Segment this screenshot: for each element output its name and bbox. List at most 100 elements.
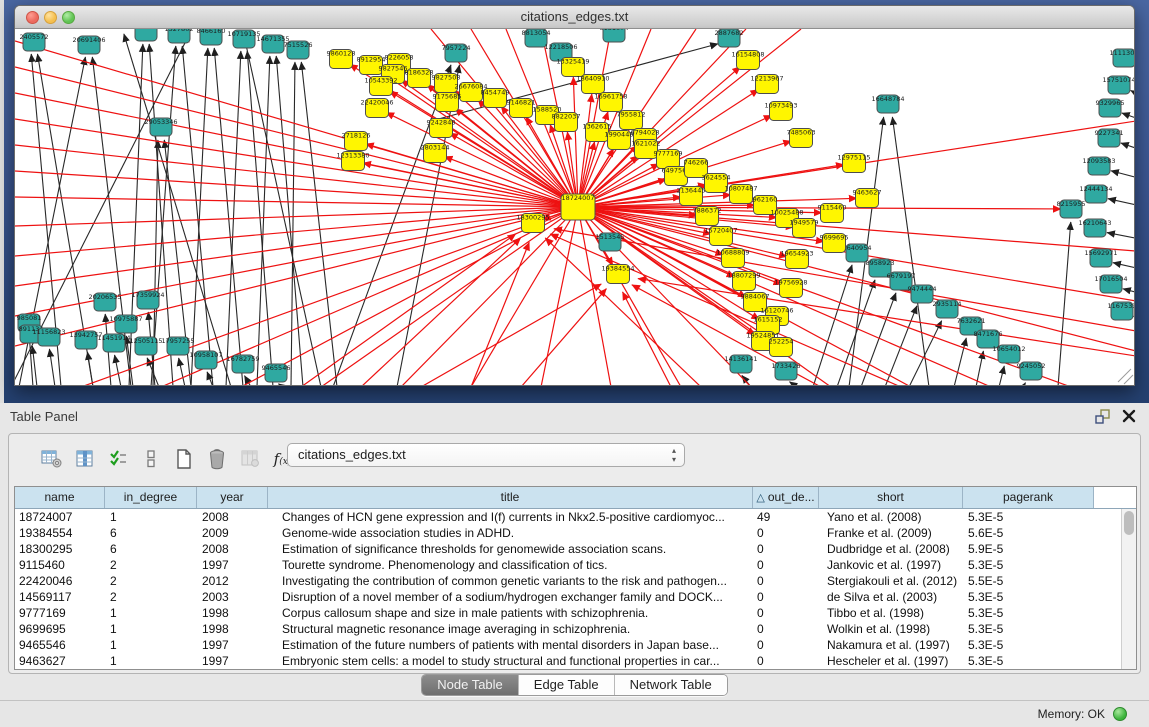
graph-node[interactable]: 1513545 bbox=[596, 233, 625, 251]
table-vertical-scrollbar[interactable] bbox=[1121, 509, 1136, 669]
graph-node[interactable]: 12505115 bbox=[129, 337, 162, 355]
graph-node[interactable]: 12313380 bbox=[336, 152, 369, 171]
graph-node[interactable]: 16961758 bbox=[594, 93, 627, 112]
float-panel-icon[interactable] bbox=[1095, 409, 1111, 424]
graph-node[interactable]: 1167533 bbox=[1108, 302, 1134, 320]
table-row[interactable]: 911546021997Tourette syndrome. Phenomeno… bbox=[15, 557, 1136, 573]
close-panel-icon[interactable] bbox=[1121, 408, 1137, 424]
column-header-short[interactable]: short bbox=[819, 487, 963, 508]
graph-node[interactable]: 19384554 bbox=[601, 265, 634, 284]
graph-node[interactable]: 15720407 bbox=[704, 227, 737, 246]
graph-node[interactable]: 7957224 bbox=[442, 44, 471, 62]
fit-rows-button[interactable] bbox=[134, 444, 167, 474]
resize-grip[interactable] bbox=[1118, 369, 1133, 384]
column-header-pagerank[interactable]: pagerank bbox=[963, 487, 1094, 508]
column-header-title[interactable]: title bbox=[268, 487, 753, 508]
graph-node[interactable]: 19654923 bbox=[780, 250, 813, 269]
tab-network-table[interactable]: Network Table bbox=[615, 675, 727, 695]
graph-node[interactable]: 15751074 bbox=[1102, 76, 1134, 94]
tab-node-table[interactable]: Node Table bbox=[422, 675, 519, 695]
graph-node[interactable]: 17359924 bbox=[131, 291, 164, 309]
graph-node[interactable]: 2405572 bbox=[20, 33, 49, 51]
column-header-year[interactable]: year bbox=[197, 487, 268, 508]
graph-node[interactable]: 9465546 bbox=[262, 364, 291, 382]
graph-node[interactable]: 29053346 bbox=[144, 118, 177, 136]
table-settings-button[interactable] bbox=[35, 444, 68, 474]
graph-node[interactable]: 10688809 bbox=[716, 249, 749, 268]
network-window-titlebar[interactable]: citations_edges.txt bbox=[15, 6, 1134, 29]
column-header-name[interactable]: name bbox=[15, 487, 105, 508]
table-row[interactable]: 2242004622012Investigating the contribut… bbox=[15, 573, 1136, 589]
graph-node[interactable]: 7886372 bbox=[693, 207, 722, 226]
graph-node[interactable]: 7955812 bbox=[617, 111, 646, 130]
graph-node[interactable]: 9699695 bbox=[820, 234, 849, 253]
graph-node[interactable]: 16210643 bbox=[1078, 219, 1111, 237]
graph-node[interactable]: 20206535 bbox=[88, 293, 121, 311]
column-header-out_de[interactable]: △out_de... bbox=[753, 487, 819, 508]
graph-node[interactable]: 12093583 bbox=[1082, 157, 1115, 175]
graph-node[interactable]: 252254 bbox=[769, 338, 794, 357]
graph-node[interactable]: 8466160 bbox=[197, 29, 226, 45]
graph-node[interactable]: 2935114 bbox=[933, 300, 962, 318]
graph-node[interactable]: 18300295 bbox=[516, 214, 549, 233]
graph-node[interactable]: 9860128 bbox=[327, 50, 356, 69]
graph-node[interactable]: 18724007 bbox=[561, 194, 595, 220]
graph-node[interactable]: 1111304 bbox=[1110, 49, 1134, 67]
table-row[interactable]: 1938455462009Genome-wide association stu… bbox=[15, 525, 1136, 541]
new-table-button[interactable] bbox=[167, 444, 200, 474]
table-selector-dropdown[interactable]: citations_edges.txt ▴▾ bbox=[287, 443, 685, 467]
tab-edge-table[interactable]: Edge Table bbox=[519, 675, 615, 695]
graph-node[interactable]: 9115460 bbox=[818, 204, 847, 223]
graph-node[interactable]: 18640910 bbox=[576, 75, 609, 94]
graph-node[interactable]: 9463627 bbox=[853, 189, 882, 208]
table-row[interactable]: 1456911722003Disruption of a novel membe… bbox=[15, 589, 1136, 605]
select-all-columns-button[interactable] bbox=[101, 444, 134, 474]
column-header-in_degree[interactable]: in_degree bbox=[105, 487, 197, 508]
graph-node[interactable]: 18807299 bbox=[727, 272, 760, 291]
table-row[interactable]: 946362711997Embryonic stem cells: a mode… bbox=[15, 653, 1136, 669]
graph-node[interactable]: 10653287 bbox=[129, 29, 162, 41]
graph-node[interactable]: 22420046 bbox=[360, 99, 393, 118]
graph-node[interactable]: 12213967 bbox=[750, 75, 783, 94]
graph-node[interactable]: 2887682 bbox=[715, 29, 744, 47]
table-row[interactable]: 1872400712008Changes of HCN gene express… bbox=[15, 509, 1136, 525]
graph-node[interactable]: 9329965 bbox=[1096, 99, 1125, 117]
graph-node[interactable]: 17016504 bbox=[1094, 275, 1127, 293]
table-row[interactable]: 977716911998Corpus callosum shape and si… bbox=[15, 605, 1136, 621]
graph-node[interactable]: 2718126 bbox=[342, 132, 371, 151]
graph-node[interactable]: 8822037 bbox=[552, 113, 581, 132]
graph-node[interactable]: 8215955 bbox=[1057, 200, 1086, 218]
graph-node[interactable]: 9245052 bbox=[1017, 362, 1046, 380]
graph-node[interactable]: 8186328 bbox=[405, 69, 434, 88]
graph-node[interactable]: 1527802 bbox=[165, 29, 194, 43]
graph-node[interactable]: 9242848 bbox=[427, 119, 456, 138]
scrollbar-thumb[interactable] bbox=[1124, 511, 1134, 535]
graph-node[interactable]: 20691406 bbox=[72, 36, 105, 54]
graph-node[interactable]: 9227341 bbox=[1095, 129, 1124, 147]
table-row[interactable]: 946554611997Estimation of the future num… bbox=[15, 637, 1136, 653]
table-row[interactable]: 969969511998Structural magnetic resonanc… bbox=[15, 621, 1136, 637]
graph-node[interactable]: 9175685 bbox=[433, 93, 462, 112]
graph-node[interactable]: 7515526 bbox=[284, 41, 313, 59]
graph-node[interactable]: 2803144 bbox=[421, 144, 450, 163]
graph-node[interactable]: 10543392 bbox=[364, 77, 397, 96]
graph-node[interactable]: 16154808 bbox=[731, 51, 764, 70]
graph-node[interactable]: 8454749 bbox=[481, 89, 510, 108]
graph-node[interactable]: 2136445 bbox=[677, 187, 706, 206]
graph-node[interactable]: 10958107 bbox=[189, 351, 222, 369]
graph-node[interactable]: 1733426 bbox=[772, 362, 801, 380]
graph-node[interactable]: 8131074 bbox=[600, 29, 629, 42]
graph-node[interactable]: 10975887 bbox=[109, 315, 142, 333]
delete-table-button[interactable] bbox=[200, 444, 233, 474]
graph-node[interactable]: 16782759 bbox=[226, 355, 259, 373]
graph-node[interactable]: 1949579 bbox=[790, 219, 819, 238]
graph-node[interactable]: 12975115 bbox=[837, 154, 870, 173]
delete-column-button[interactable] bbox=[233, 444, 266, 474]
table-row[interactable]: 1830029562008Estimation of significance … bbox=[15, 541, 1136, 557]
graph-node[interactable]: 16648784 bbox=[871, 95, 904, 113]
network-window[interactable]: citations_edges.txt 2405572 20691406 10653… bbox=[14, 5, 1135, 386]
graph-node[interactable]: 1990448 bbox=[605, 131, 634, 150]
graph-node[interactable]: 10973493 bbox=[764, 102, 797, 121]
graph-node[interactable]: 19756928 bbox=[774, 279, 807, 298]
graph-node[interactable]: 9146821 bbox=[507, 99, 536, 118]
